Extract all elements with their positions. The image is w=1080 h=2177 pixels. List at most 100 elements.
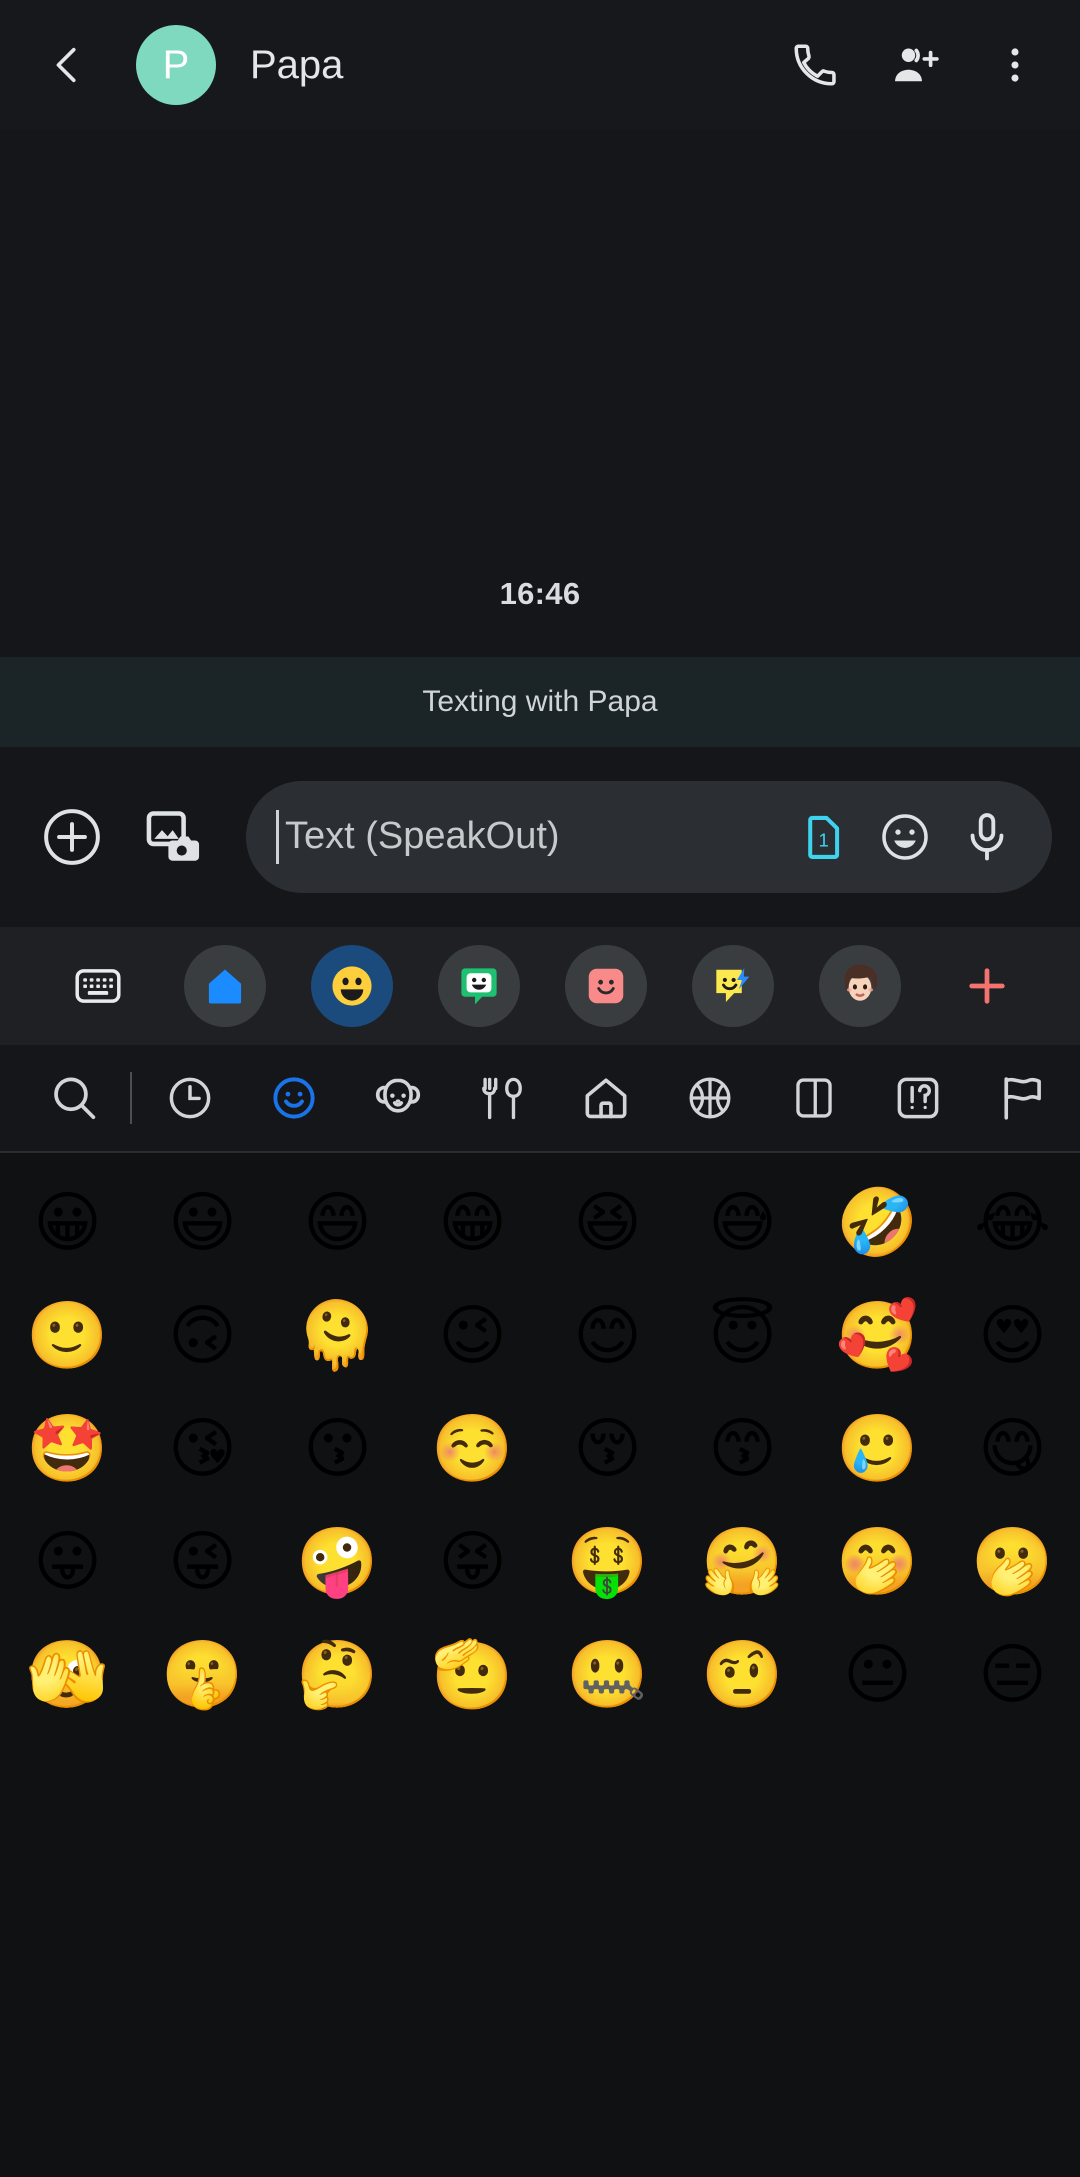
- emoji-cell[interactable]: 😘: [135, 1393, 270, 1506]
- app-slot-home[interactable]: [161, 944, 288, 1027]
- emoji-cell[interactable]: 😅: [675, 1167, 810, 1280]
- emoji-category-animals[interactable]: [346, 1046, 450, 1150]
- emoji-cell[interactable]: 🙂: [0, 1280, 135, 1393]
- sim-badge-number: 1: [818, 829, 828, 850]
- app-slot-stickers[interactable]: [415, 944, 542, 1027]
- voice-message-button[interactable]: [950, 800, 1024, 874]
- emoji-category-activities[interactable]: [658, 1046, 762, 1150]
- back-button[interactable]: [36, 33, 100, 97]
- app-slot-avatar[interactable]: [796, 944, 923, 1027]
- emoji-category-objects[interactable]: [762, 1046, 866, 1150]
- sim-card-icon: 1: [808, 815, 840, 859]
- emoji-app-button[interactable]: [310, 944, 393, 1027]
- flags-icon: [1004, 1076, 1041, 1120]
- emoji-picker-button[interactable]: [868, 800, 942, 874]
- emoji-cell[interactable]: 🫡: [405, 1619, 540, 1732]
- emoji-cell[interactable]: 😃: [135, 1167, 270, 1280]
- emoji-cell[interactable]: 🥲: [810, 1393, 945, 1506]
- emoji-search-button[interactable]: [22, 1046, 126, 1150]
- objects-icon: [796, 1077, 832, 1118]
- app-slot-gif[interactable]: [669, 944, 796, 1027]
- emoji-category-travel[interactable]: [554, 1046, 658, 1150]
- overflow-menu-button[interactable]: [984, 34, 1046, 96]
- message-timestamp: 16:46: [499, 575, 581, 611]
- emoji-cell[interactable]: 😀: [0, 1167, 135, 1280]
- emoji-cell[interactable]: 🤭: [810, 1506, 945, 1619]
- message-input[interactable]: Text (SpeakOut): [279, 815, 786, 858]
- smiley-icon: [882, 813, 928, 860]
- app-slot-emoji[interactable]: [288, 944, 415, 1027]
- home-app-button[interactable]: [183, 944, 266, 1027]
- emoji-cell[interactable]: 😛: [0, 1506, 135, 1619]
- emoji-cell[interactable]: 🫢: [945, 1506, 1080, 1619]
- pink-sticker-button[interactable]: [564, 944, 647, 1027]
- avatar-sticker-button[interactable]: [818, 944, 901, 1027]
- emoji-cell[interactable]: 🤑: [540, 1506, 675, 1619]
- call-button[interactable]: [784, 34, 846, 96]
- message-input-pill[interactable]: Text (SpeakOut) 1: [246, 780, 1052, 893]
- sticker-app-button[interactable]: [437, 944, 520, 1027]
- emoji-cell[interactable]: 😜: [135, 1506, 270, 1619]
- home-app-icon: [208, 969, 241, 1003]
- emoji-category-smileys[interactable]: [242, 1046, 346, 1150]
- conversation-thread[interactable]: 16:46 Texting with Papa: [0, 130, 1080, 747]
- page-title[interactable]: Papa: [250, 43, 784, 88]
- add-pack-button[interactable]: [946, 945, 1028, 1027]
- gallery-camera-button[interactable]: [134, 797, 214, 877]
- call-icon: [794, 44, 836, 86]
- keyboard-toggle-button[interactable]: [57, 945, 139, 1027]
- emoji-cell[interactable]: 😋: [945, 1393, 1080, 1506]
- avatar-initial: P: [162, 43, 190, 87]
- emoji-cell[interactable]: 🫣: [0, 1619, 135, 1732]
- emoji-cell[interactable]: 😚: [540, 1393, 675, 1506]
- app-bar-actions: [784, 34, 1046, 96]
- emoji-grid[interactable]: 😀 😃 😄 😁 😆 😅 🤣 😂 🙂 🙃 🫠 😉 😊 😇 🥰 😍 🤩 😘 😗 ☺️ 😚 😙 🥲 😋 😛 😜 🤪 😝 🤑 🤗 🤭 🫢 🫣 🤫 🤔 🫡 🤐 🤨 😐…: [0, 1152, 1080, 2177]
- emoji-cell[interactable]: 🤔: [270, 1619, 405, 1732]
- emoji-category-recent[interactable]: [138, 1046, 242, 1150]
- avatar[interactable]: P: [136, 25, 216, 105]
- emoji-cell[interactable]: 🤨: [675, 1619, 810, 1732]
- emoji-cell[interactable]: 😐: [810, 1619, 945, 1732]
- emoji-cell[interactable]: 😍: [945, 1280, 1080, 1393]
- emoji-cell[interactable]: 🫠: [270, 1280, 405, 1393]
- emoji-cell[interactable]: ☺️: [405, 1393, 540, 1506]
- category-divider: [130, 1071, 132, 1124]
- emoji-cell[interactable]: 😑: [945, 1619, 1080, 1732]
- compose-bar: Text (SpeakOut) 1: [0, 746, 1080, 927]
- emoji-cell[interactable]: 🤐: [540, 1619, 675, 1732]
- emoji-cell[interactable]: 😆: [540, 1167, 675, 1280]
- gif-sticker-button[interactable]: [691, 944, 774, 1027]
- emoji-cell[interactable]: 🤣: [810, 1167, 945, 1280]
- emoji-cell[interactable]: 🤫: [135, 1619, 270, 1732]
- gif-sticker-icon: [715, 967, 749, 1002]
- emoji-cell[interactable]: 😊: [540, 1280, 675, 1393]
- emoji-cell[interactable]: 🥰: [810, 1280, 945, 1393]
- emoji-category-flags[interactable]: [970, 1046, 1074, 1150]
- emoji-cell[interactable]: 😉: [405, 1280, 540, 1393]
- plus-circle-icon: [44, 808, 100, 865]
- emoji-cell[interactable]: 😗: [270, 1393, 405, 1506]
- add-pack-icon: [968, 967, 1005, 1004]
- app-slot-add[interactable]: [923, 945, 1050, 1027]
- emoji-cell[interactable]: 🤪: [270, 1506, 405, 1619]
- add-attachment-button[interactable]: [32, 797, 112, 877]
- add-person-button[interactable]: [884, 34, 946, 96]
- emoji-cell[interactable]: 😇: [675, 1280, 810, 1393]
- app-slot-bitmoji[interactable]: [542, 944, 669, 1027]
- app-slot-keyboard[interactable]: [34, 945, 161, 1027]
- emoji-cell[interactable]: 😙: [675, 1393, 810, 1506]
- emoji-cell[interactable]: 🙃: [135, 1280, 270, 1393]
- emoji-cell[interactable]: 😄: [270, 1167, 405, 1280]
- chevron-left-icon: [56, 47, 76, 83]
- add-person-icon: [895, 48, 939, 82]
- emoji-category-symbols[interactable]: [866, 1046, 970, 1150]
- emoji-cell[interactable]: 😂: [945, 1167, 1080, 1280]
- texting-with-banner: Texting with Papa: [0, 656, 1080, 747]
- emoji-cell[interactable]: 🤩: [0, 1393, 135, 1506]
- emoji-cell[interactable]: 🤗: [675, 1506, 810, 1619]
- emoji-cell[interactable]: 😝: [405, 1506, 540, 1619]
- emoji-category-food[interactable]: [450, 1046, 554, 1150]
- sim-selector-button[interactable]: 1: [786, 800, 860, 874]
- search-icon: [54, 1076, 96, 1119]
- emoji-cell[interactable]: 😁: [405, 1167, 540, 1280]
